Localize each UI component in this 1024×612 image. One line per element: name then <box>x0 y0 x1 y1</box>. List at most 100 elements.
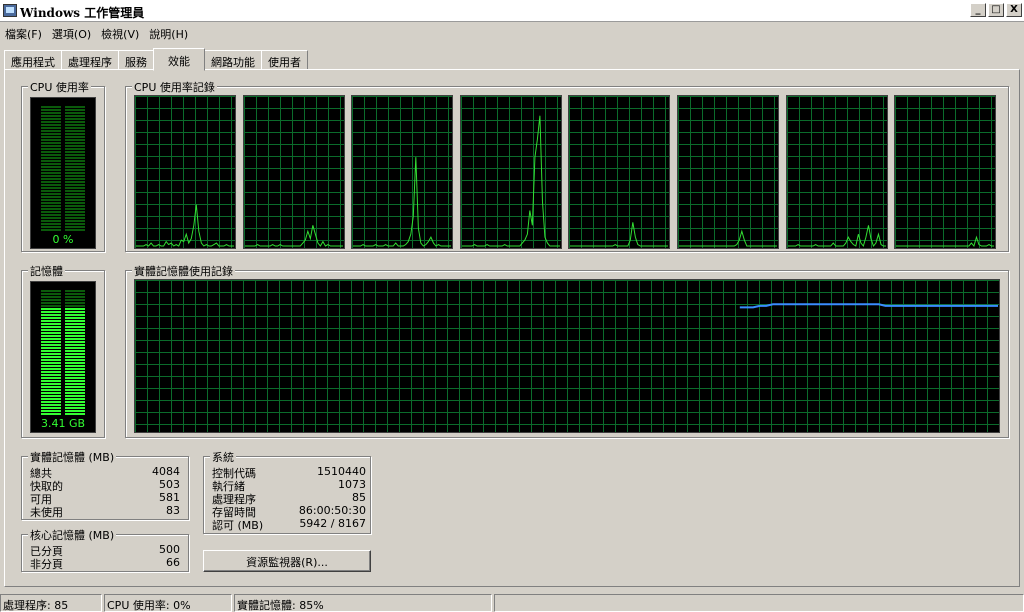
cpu-meter-segment <box>65 208 85 210</box>
tab-networking[interactable]: 網路功能 <box>204 50 262 70</box>
cpu-meter-segment <box>65 157 85 159</box>
tab-users[interactable]: 使用者 <box>261 50 308 70</box>
menu-help[interactable]: 說明(H) <box>144 23 193 43</box>
memory-meter-segment <box>41 332 61 334</box>
memory-meter-segment <box>65 401 85 403</box>
memory-group: 記憶體 3.41 GB <box>21 263 105 438</box>
cpu-meter-segment <box>41 145 61 147</box>
memory-meter-segment <box>65 329 85 331</box>
stat-row: 快取的 503 <box>30 478 180 493</box>
cpu-meter-segment <box>65 160 85 162</box>
memory-meter-segment <box>41 362 61 364</box>
memory-meter-segment <box>65 389 85 391</box>
memory-meter-segment <box>41 335 61 337</box>
memory-meter-segment <box>41 371 61 373</box>
cpu-meter-segment <box>65 163 85 165</box>
memory-meter-segment <box>41 341 61 343</box>
stat-value: 1073 <box>338 478 366 491</box>
status-cpu-usage: CPU 使用率: 0% <box>104 594 232 612</box>
status-bar: 處理程序: 85 CPU 使用率: 0% 實體記憶體: 85% <box>0 593 1024 612</box>
memory-meter-segment <box>41 338 61 340</box>
cpu-meter-segment <box>41 151 61 153</box>
cpu-meter-segment <box>41 133 61 135</box>
cpu-meter-segment <box>41 130 61 132</box>
cpu-meter-segment <box>41 160 61 162</box>
cpu-meter-segment <box>41 112 61 114</box>
memory-meter-segment <box>41 389 61 391</box>
cpu-core-graph <box>459 95 562 249</box>
memory-meter-segment <box>41 401 61 403</box>
system-title: 系統 <box>210 449 236 465</box>
cpu-meter-segment <box>65 190 85 192</box>
cpu-meter-segment <box>65 226 85 228</box>
cpu-usage-line <box>353 157 452 247</box>
cpu-meter-segment <box>41 139 61 141</box>
memory-meter-segment <box>65 305 85 307</box>
stat-row: 已分頁 500 <box>30 543 180 558</box>
memory-meter-segment <box>41 305 61 307</box>
memory-meter-segment <box>41 380 61 382</box>
menu-file[interactable]: 檔案(F) <box>0 23 47 43</box>
cpu-meter-segment <box>65 175 85 177</box>
cpu-meter-segment <box>41 205 61 207</box>
menu-options[interactable]: 選項(O) <box>47 23 96 43</box>
cpu-meter-segment <box>41 142 61 144</box>
stat-row: 總共 4084 <box>30 465 180 480</box>
minimize-button[interactable]: _ <box>970 3 986 17</box>
cpu-meter-segment <box>65 166 85 168</box>
physical-memory-group: 實體記憶體 (MB) 總共 4084 快取的 503 可用 581 未使用 83 <box>21 449 189 520</box>
window-title: Windows 工作管理員 <box>20 6 145 20</box>
physical-memory-title: 實體記憶體 (MB) <box>28 449 117 465</box>
cpu-usage-line <box>461 115 560 247</box>
cpu-meter-segment <box>41 178 61 180</box>
stat-value: 581 <box>159 491 180 504</box>
cpu-meter-segment <box>65 202 85 204</box>
memory-meter-segment <box>65 335 85 337</box>
system-group: 系統 控制代碼 1510440 執行緒 1073 處理程序 85 存留時間 86:00:… <box>203 449 371 534</box>
memory-meter-segment <box>65 386 85 388</box>
memory-meter-segment <box>41 296 61 298</box>
cpu-meter-segment <box>41 127 61 129</box>
close-button[interactable]: X <box>1006 3 1022 17</box>
stat-value: 503 <box>159 478 180 491</box>
title-bar[interactable]: Windows 工作管理員 _ □ X <box>0 0 1024 22</box>
cpu-meter-segment <box>65 214 85 216</box>
cpu-usage-value: 0 % <box>52 233 74 246</box>
memory-meter-segment <box>41 290 61 292</box>
tab-performance[interactable]: 效能 <box>153 48 205 71</box>
cpu-meter-segment <box>41 166 61 168</box>
stat-value: 83 <box>166 504 180 517</box>
memory-meter-segment <box>65 344 85 346</box>
tab-processes[interactable]: 處理程序 <box>61 50 119 70</box>
stat-row: 認可 (MB) 5942 / 8167 <box>212 517 366 532</box>
cpu-meter-segment <box>41 181 61 183</box>
tab-services[interactable]: 服務 <box>118 50 154 70</box>
cpu-usage-line <box>570 222 669 247</box>
cpu-meter-segment <box>41 136 61 138</box>
cpu-meter-segment <box>65 127 85 129</box>
memory-meter-segment <box>41 356 61 358</box>
cpu-meter-segment <box>41 115 61 117</box>
memory-meter-segment <box>41 302 61 304</box>
cpu-core-graph <box>134 95 236 249</box>
memory-meter-segment <box>65 296 85 298</box>
tab-applications[interactable]: 應用程式 <box>4 50 62 70</box>
cpu-usage-line <box>678 229 778 247</box>
memory-meter-segment <box>65 290 85 292</box>
memory-meter-segment <box>41 299 61 301</box>
memory-meter-segment <box>41 323 61 325</box>
cpu-meter-segment <box>41 217 61 219</box>
memory-meter-segment <box>41 413 61 415</box>
cpu-meter-segment <box>65 106 85 108</box>
cpu-meter-segment <box>65 229 85 231</box>
maximize-button[interactable]: □ <box>988 3 1004 17</box>
memory-meter-segment <box>41 410 61 412</box>
system-stats: 控制代碼 1510440 執行緒 1073 處理程序 85 存留時間 86:00:50:… <box>212 465 366 533</box>
resource-monitor-button[interactable]: 資源監視器(R)... <box>203 550 371 572</box>
kernel-memory-group: 核心記憶體 (MB) 已分頁 500 非分頁 66 <box>21 527 189 572</box>
cpu-meter-segment <box>65 184 85 186</box>
cpu-meter-segment <box>65 220 85 222</box>
memory-meter-segment <box>65 410 85 412</box>
cpu-meter-segment <box>65 118 85 120</box>
menu-view[interactable]: 檢視(V) <box>96 23 144 43</box>
